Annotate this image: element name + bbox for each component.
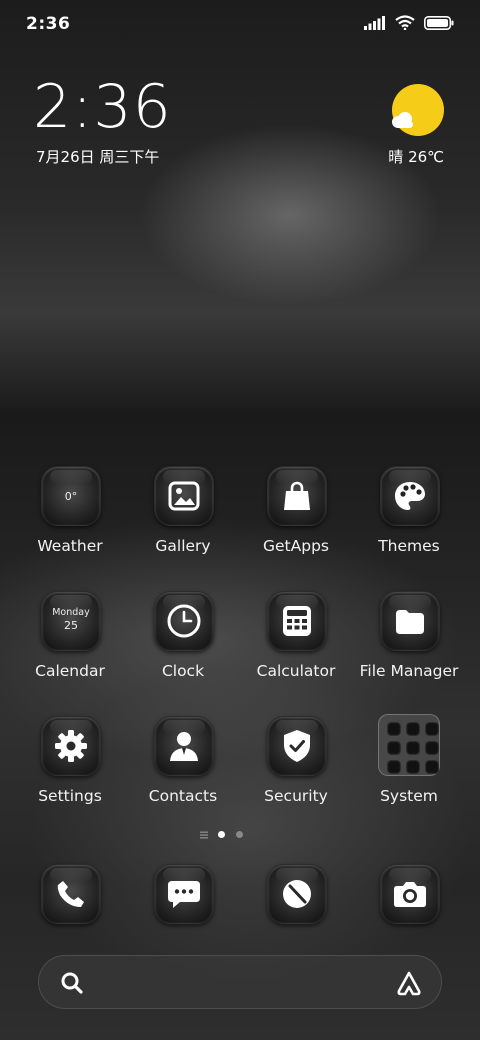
app-weather[interactable]: 0° Weather	[15, 466, 125, 576]
phone-icon	[41, 864, 101, 924]
gallery-icon	[154, 466, 214, 526]
app-label: Calendar	[35, 662, 105, 680]
app-calendar[interactable]: Monday 25 Calendar	[15, 591, 125, 701]
calculator-icon	[267, 591, 327, 651]
dock-messages[interactable]	[154, 864, 214, 924]
messages-icon	[154, 864, 214, 924]
weather-widget[interactable]: 晴 26℃	[384, 82, 444, 172]
search-bar[interactable]	[38, 955, 442, 1009]
folder-icon	[380, 591, 440, 651]
mini-app-icon	[425, 741, 439, 755]
weather-icon-temp: 0°	[64, 489, 78, 503]
dock-phone[interactable]	[41, 864, 101, 924]
app-label: System	[380, 787, 438, 805]
app-label: Themes	[378, 537, 440, 555]
search-icon	[61, 972, 83, 994]
folder-system[interactable]: System	[354, 714, 464, 826]
clock-widget-time[interactable]: 2:36	[33, 72, 172, 142]
app-calculator[interactable]: Calculator	[241, 591, 351, 701]
shopping-bag-icon	[267, 466, 327, 526]
clock-icon	[154, 591, 214, 651]
dock-camera[interactable]	[380, 864, 440, 924]
clock-widget-date: 7月26日 周三下午	[36, 148, 160, 166]
contact-person-icon	[154, 716, 214, 776]
cloud-icon	[392, 112, 413, 128]
mini-app-icon	[387, 741, 401, 755]
status-time: 2:36	[26, 14, 71, 34]
app-themes[interactable]: Themes	[354, 466, 464, 576]
menu-lines-icon	[200, 831, 208, 839]
app-contacts[interactable]: Contacts	[128, 716, 238, 826]
app-label: Security	[264, 787, 328, 805]
status-icons	[364, 15, 454, 30]
app-getapps[interactable]: GetApps	[241, 466, 351, 576]
weather-widget-text: 晴 26℃	[388, 148, 444, 166]
app-settings[interactable]: Settings	[15, 716, 125, 826]
mini-app-icon	[387, 722, 401, 736]
app-label: Settings	[38, 787, 102, 805]
mini-app-icon	[406, 760, 420, 774]
app-label: Gallery	[155, 537, 211, 555]
status-bar: 2:36	[0, 0, 480, 50]
page-dot-active	[218, 831, 225, 838]
app-label: Calculator	[256, 662, 336, 680]
app-security[interactable]: Security	[241, 716, 351, 826]
camera-icon	[380, 864, 440, 924]
calendar-icon: Monday 25	[41, 591, 101, 651]
assistant-icon[interactable]	[395, 970, 423, 996]
calendar-icon-day: Monday	[52, 607, 90, 618]
battery-icon	[424, 15, 454, 30]
app-label: Contacts	[148, 787, 218, 805]
browser-icon	[267, 864, 327, 924]
mini-app-icon	[425, 722, 439, 736]
weather-app-icon: 0°	[41, 466, 101, 526]
dock-browser[interactable]	[267, 864, 327, 924]
page-indicator[interactable]	[0, 830, 480, 842]
mini-app-icon	[387, 760, 401, 774]
app-file-manager[interactable]: File Manager	[354, 591, 464, 701]
app-gallery[interactable]: Gallery	[128, 466, 238, 576]
app-label: File Manager	[359, 662, 459, 680]
app-label: GetApps	[263, 537, 329, 555]
page-dot	[236, 831, 243, 838]
app-label: Weather	[37, 537, 103, 555]
wifi-icon	[395, 15, 415, 30]
calendar-icon-date: 25	[63, 619, 78, 632]
palette-icon	[380, 466, 440, 526]
app-label: Clock	[161, 662, 205, 680]
mini-app-icon	[425, 760, 439, 774]
signal-icon	[364, 15, 385, 30]
gear-icon	[41, 716, 101, 776]
shield-icon	[267, 716, 327, 776]
app-clock[interactable]: Clock	[128, 591, 238, 701]
sun-icon	[392, 84, 444, 136]
mini-app-icon	[406, 741, 420, 755]
system-folder-icon	[378, 714, 440, 776]
mini-app-icon	[406, 722, 420, 736]
